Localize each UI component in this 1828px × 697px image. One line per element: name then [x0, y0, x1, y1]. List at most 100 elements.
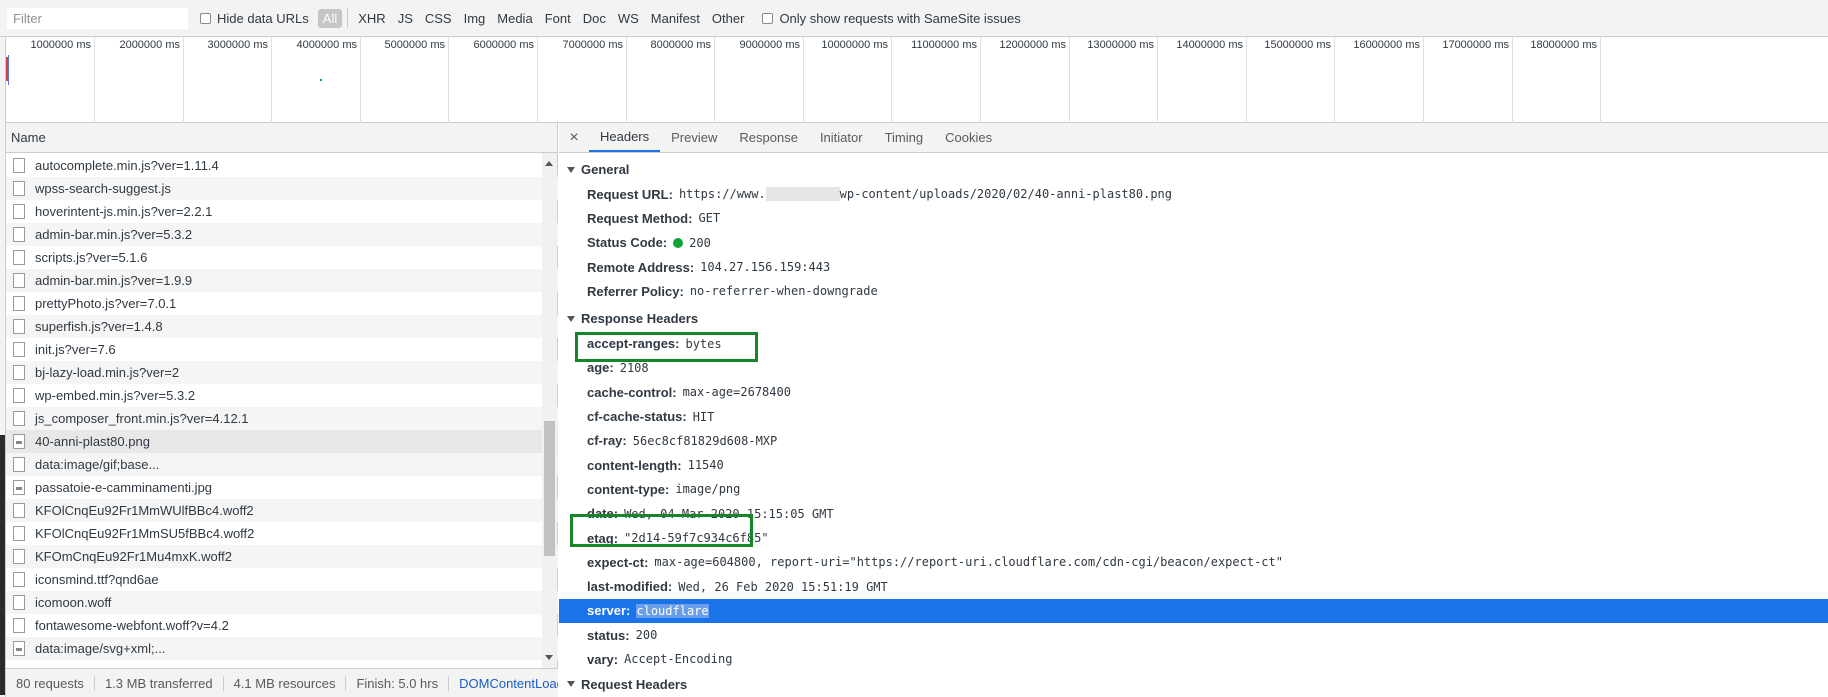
name-column-header[interactable]: Name	[6, 123, 557, 153]
timeline-tick: 9000000 ms	[739, 37, 804, 123]
request-headers-section-toggle[interactable]: Request Headers	[559, 672, 1828, 697]
request-row[interactable]: admin-bar.min.js?ver=5.3.2	[6, 223, 558, 246]
request-row[interactable]: data:image/svg+xml;...	[6, 637, 558, 660]
request-name: bj-lazy-load.min.js?ver=2	[35, 365, 180, 380]
timeline-tick: 5000000 ms	[384, 37, 449, 123]
timeline-tick: 1000000 ms	[30, 37, 95, 123]
header-name: cf-ray:	[587, 433, 627, 449]
referrer-policy-label: Referrer Policy:	[587, 283, 684, 299]
requests-list-scrollbar[interactable]	[542, 153, 557, 668]
header-value: Accept-Encoding	[624, 652, 733, 667]
request-name: data:image/svg+xml;...	[35, 641, 166, 656]
type-filter-ws[interactable]: WS	[613, 9, 644, 28]
request-row[interactable]: prettyPhoto.js?ver=7.0.1	[6, 292, 558, 315]
type-filter-other[interactable]: Other	[707, 9, 750, 28]
hide-data-urls-toggle[interactable]: Hide data URLs	[200, 11, 309, 26]
file-icon	[13, 296, 25, 311]
type-filter-media[interactable]: Media	[492, 9, 537, 28]
header-value: 11540	[687, 458, 724, 473]
header-value: 56ec8cf81829d608-MXP	[632, 433, 778, 448]
request-row[interactable]: bj-lazy-load.min.js?ver=2	[6, 361, 558, 384]
timeline-tick: 11000000 ms	[911, 37, 981, 123]
type-filter-css[interactable]: CSS	[420, 9, 457, 28]
tab-initiator[interactable]: Initiator	[809, 123, 874, 152]
samesite-issues-toggle[interactable]: Only show requests with SameSite issues	[762, 11, 1021, 26]
transferred-size: 1.3 MB transferred	[95, 675, 224, 691]
type-filter-font[interactable]: Font	[540, 9, 576, 28]
header-name: etag:	[587, 530, 619, 546]
request-row[interactable]: icomoon.woff	[6, 591, 558, 614]
requests-list-pane: Name autocomplete.min.js?ver=1.11.4 wpss-…	[6, 123, 558, 668]
dom-content-loaded-link[interactable]: DOMContentLoaded	[449, 676, 558, 691]
request-name: KFOmCnqEu92Fr1Mu4mxK.woff2	[35, 549, 232, 564]
tab-headers[interactable]: Headers	[589, 123, 661, 152]
request-url-path: wp-content/uploads/2020/02/40-anni-plast…	[839, 187, 1172, 202]
headers-view: General Request URL: https://www. wp-cont…	[559, 154, 1828, 697]
type-filter-img[interactable]: Img	[459, 9, 491, 28]
filter-input[interactable]	[7, 7, 188, 29]
hide-data-urls-checkbox[interactable]	[200, 12, 211, 24]
request-row[interactable]: KFOmCnqEu92Fr1Mu4mxK.woff2	[6, 545, 558, 568]
file-icon	[13, 526, 25, 541]
request-row[interactable]: passatoie-e-camminamenti.jpg	[6, 476, 558, 499]
expand-triangle-icon	[567, 315, 575, 322]
request-row[interactable]: wpss-search-suggest.js	[6, 177, 558, 200]
request-name: admin-bar.min.js?ver=5.3.2	[35, 227, 193, 242]
type-filter-js[interactable]: JS	[393, 9, 418, 28]
request-row[interactable]: data:image/gif;base...	[6, 453, 558, 476]
request-name: fontawesome-webfont.woff?v=4.2	[35, 618, 229, 633]
timeline-tick-label: 18000000 ms	[1530, 39, 1597, 51]
request-row[interactable]: KFOlCnqEu92Fr1MmSU5fBBc4.woff2	[6, 522, 558, 545]
tab-response[interactable]: Response	[728, 123, 809, 152]
request-name: admin-bar.min.js?ver=1.9.9	[35, 273, 193, 288]
request-row[interactable]: superfish.js?ver=1.4.8	[6, 315, 558, 338]
header-name: age:	[587, 360, 614, 376]
timeline-tick-label: 5000000 ms	[384, 39, 445, 51]
request-row[interactable]: js_composer_front.min.js?ver=4.12.1	[6, 407, 558, 430]
request-row[interactable]: fontawesome-webfont.woff?v=4.2	[6, 614, 558, 637]
general-section-title: General	[581, 162, 630, 177]
dom-content-loaded-marker	[8, 55, 9, 85]
tab-cookies[interactable]: Cookies	[934, 123, 1003, 152]
general-section-toggle[interactable]: General	[559, 157, 1828, 182]
request-row[interactable]: admin-bar.min.js?ver=1.9.9	[6, 269, 558, 292]
header-value: cloudflare	[636, 603, 709, 618]
timeline-tick: 2000000 ms	[119, 37, 184, 123]
type-filter-manifest[interactable]: Manifest	[646, 9, 705, 28]
request-name: init.js?ver=7.6	[35, 342, 116, 357]
request-row[interactable]: autocomplete.min.js?ver=1.11.4	[6, 154, 558, 177]
request-row[interactable]: hoverintent-js.min.js?ver=2.2.1	[6, 200, 558, 223]
file-icon	[13, 388, 25, 403]
close-details-icon[interactable]: ×	[559, 123, 589, 152]
type-filter-xhr[interactable]: XHR	[353, 9, 390, 28]
timeline-tick: 7000000 ms	[562, 37, 627, 123]
timeline-tick: 8000000 ms	[650, 37, 715, 123]
request-row[interactable]: iconsmind.ttf?qnd6ae	[6, 568, 558, 591]
response-headers-section-toggle[interactable]: Response Headers	[559, 306, 1828, 331]
header-name: last-modified:	[587, 579, 673, 595]
tab-timing[interactable]: Timing	[874, 123, 935, 152]
scrollbar-thumb[interactable]	[544, 421, 555, 556]
request-row[interactable]: 40-anni-plast80.png	[6, 430, 558, 453]
timeline-overview[interactable]: 1000000 ms 2000000 ms 3000000 ms 4000000 ms…	[6, 37, 1828, 123]
response-header-row: server: cloudflare	[559, 598, 1828, 624]
request-name: superfish.js?ver=1.4.8	[35, 319, 163, 334]
request-row[interactable]: init.js?ver=7.6	[6, 338, 558, 361]
header-name: cache-control:	[587, 384, 677, 400]
timeline-tick-label: 4000000 ms	[296, 39, 357, 51]
type-filter-doc[interactable]: Doc	[578, 9, 611, 28]
request-name: icomoon.woff	[35, 595, 112, 610]
type-filter-all[interactable]: All	[317, 8, 343, 28]
file-icon	[13, 572, 25, 587]
timeline-tick-label: 10000000 ms	[821, 39, 888, 51]
request-row[interactable]: KFOlCnqEu92Fr1MmWUlfBBc4.woff2	[6, 499, 558, 522]
scroll-up-arrow-icon[interactable]	[545, 161, 553, 166]
samesite-issues-checkbox[interactable]	[762, 12, 774, 24]
timeline-tick-label: 2000000 ms	[119, 39, 180, 51]
file-icon	[13, 457, 25, 472]
scroll-down-arrow-icon[interactable]	[545, 655, 553, 660]
tab-preview[interactable]: Preview	[660, 123, 728, 152]
timeline-tick-label: 8000000 ms	[650, 39, 711, 51]
request-row[interactable]: scripts.js?ver=5.1.6	[6, 246, 558, 269]
request-row[interactable]: wp-embed.min.js?ver=5.3.2	[6, 384, 558, 407]
